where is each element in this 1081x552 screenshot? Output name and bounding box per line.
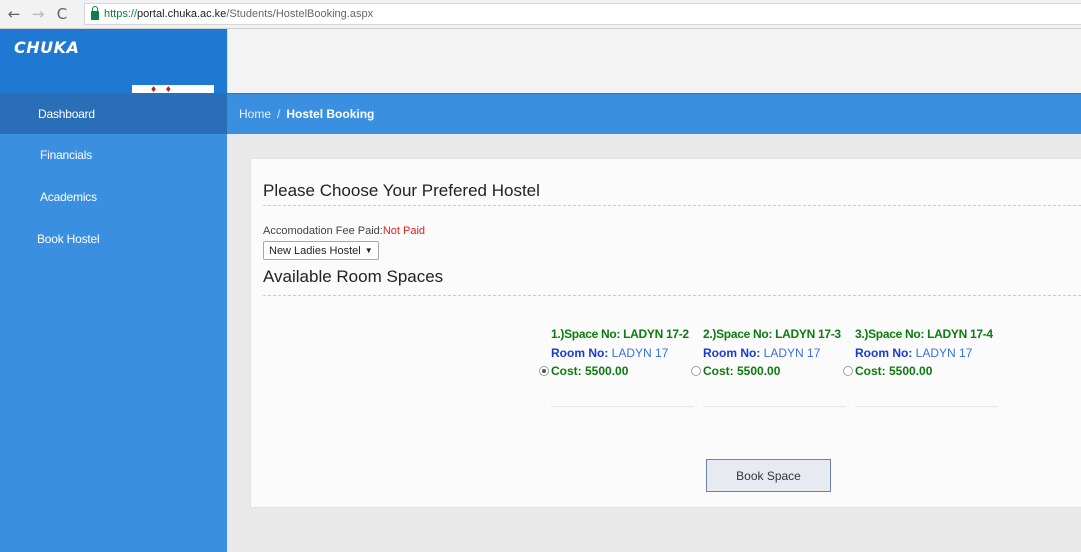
- cost-row: Cost: 5500.00: [691, 364, 848, 378]
- space-cost: Cost: 5500.00: [703, 364, 781, 378]
- browser-toolbar: ← → C https://portal.chuka.ac.ke/Student…: [0, 0, 1081, 29]
- url-host: portal.chuka.ac.ke: [137, 8, 227, 20]
- sidebar: CHUKA ♦ ♦ Dashboard Financials Academics…: [0, 29, 227, 552]
- divider: [703, 406, 846, 407]
- divider: [263, 205, 1081, 206]
- room-value: LADYN 17: [611, 346, 669, 360]
- room-label: Room No:: [551, 346, 609, 360]
- space-radio[interactable]: [539, 366, 549, 376]
- url-path: /Students/HostelBooking.aspx: [226, 8, 374, 20]
- brand-header: CHUKA ♦ ♦: [0, 29, 227, 93]
- breadcrumb-separator: /: [277, 107, 281, 121]
- accommodation-fee-status: Accomodation Fee Paid:Not Paid: [263, 225, 425, 237]
- room-value: LADYN 17: [915, 346, 973, 360]
- fee-status-value: Not Paid: [382, 225, 426, 237]
- hostel-select-value: New Ladies Hostel: [269, 244, 361, 257]
- hostel-booking-panel: Please Choose Your Prefered Hostel Accom…: [250, 158, 1081, 508]
- main-content: Please Choose Your Prefered Hostel Accom…: [227, 134, 1081, 552]
- space-radio[interactable]: [691, 366, 701, 376]
- book-space-button[interactable]: Book Space: [706, 459, 831, 492]
- breadcrumb: Home / Hostel Booking: [227, 93, 1081, 134]
- hostel-select[interactable]: New Ladies Hostel ▼: [263, 241, 379, 260]
- reload-icon[interactable]: C: [52, 5, 72, 23]
- address-bar[interactable]: https://portal.chuka.ac.ke/Students/Host…: [84, 3, 1081, 25]
- brand-name: CHUKA: [14, 38, 80, 57]
- sidebar-item-book-hostel[interactable]: Book Hostel: [0, 218, 227, 260]
- cost-row: Cost: 5500.00: [843, 364, 1000, 378]
- room-space-option: 1.)Space No: LADYN 17-2 Room No: LADYN 1…: [539, 327, 696, 407]
- space-cost: Cost: 5500.00: [551, 364, 629, 378]
- sidebar-item-label: Academics: [40, 190, 97, 204]
- room-number: Room No: LADYN 17: [855, 346, 1000, 360]
- room-number: Room No: LADYN 17: [551, 346, 696, 360]
- room-space-option: 3.)Space No: LADYN 17-4 Room No: LADYN 1…: [843, 327, 1000, 407]
- sidebar-item-financials[interactable]: Financials: [0, 134, 227, 176]
- sidebar-item-label: Dashboard: [38, 106, 95, 121]
- breadcrumb-current: Hostel Booking: [286, 107, 375, 121]
- crest-icon: ♦ ♦: [150, 85, 172, 94]
- room-space-option: 2.)Space No: LADYN 17-3 Room No: LADYN 1…: [691, 327, 848, 407]
- dropdown-arrow-icon: ▼: [364, 246, 373, 255]
- space-radio[interactable]: [843, 366, 853, 376]
- sidebar-item-label: Financials: [40, 148, 93, 162]
- space-number: 3.)Space No: LADYN 17-4: [855, 327, 993, 341]
- back-arrow-icon[interactable]: ←: [4, 5, 24, 23]
- space-cost: Cost: 5500.00: [855, 364, 933, 378]
- sidebar-item-dashboard[interactable]: Dashboard: [0, 93, 227, 134]
- space-number: 1.)Space No: LADYN 17-2: [551, 327, 689, 341]
- room-label: Room No:: [703, 346, 761, 360]
- fee-label: Accomodation Fee Paid:: [263, 225, 383, 237]
- room-value: LADYN 17: [763, 346, 821, 360]
- top-header: [227, 29, 1081, 93]
- page-title: Please Choose Your Prefered Hostel: [263, 181, 540, 200]
- room-label: Room No:: [855, 346, 913, 360]
- breadcrumb-home-link[interactable]: Home: [239, 107, 271, 121]
- divider: [551, 406, 694, 407]
- url-scheme: https://: [104, 8, 138, 20]
- divider: [855, 406, 998, 407]
- space-number: 2.)Space No: LADYN 17-3: [703, 327, 841, 341]
- section-title: Available Room Spaces: [263, 267, 444, 286]
- sidebar-item-label: Book Hostel: [37, 232, 100, 246]
- divider: [263, 295, 1081, 296]
- cost-row: Cost: 5500.00: [539, 364, 696, 378]
- sidebar-item-academics[interactable]: Academics: [0, 176, 227, 218]
- lock-icon: [91, 6, 99, 20]
- university-logo: ♦ ♦: [132, 85, 214, 93]
- forward-arrow-icon[interactable]: →: [28, 5, 48, 23]
- room-number: Room No: LADYN 17: [703, 346, 848, 360]
